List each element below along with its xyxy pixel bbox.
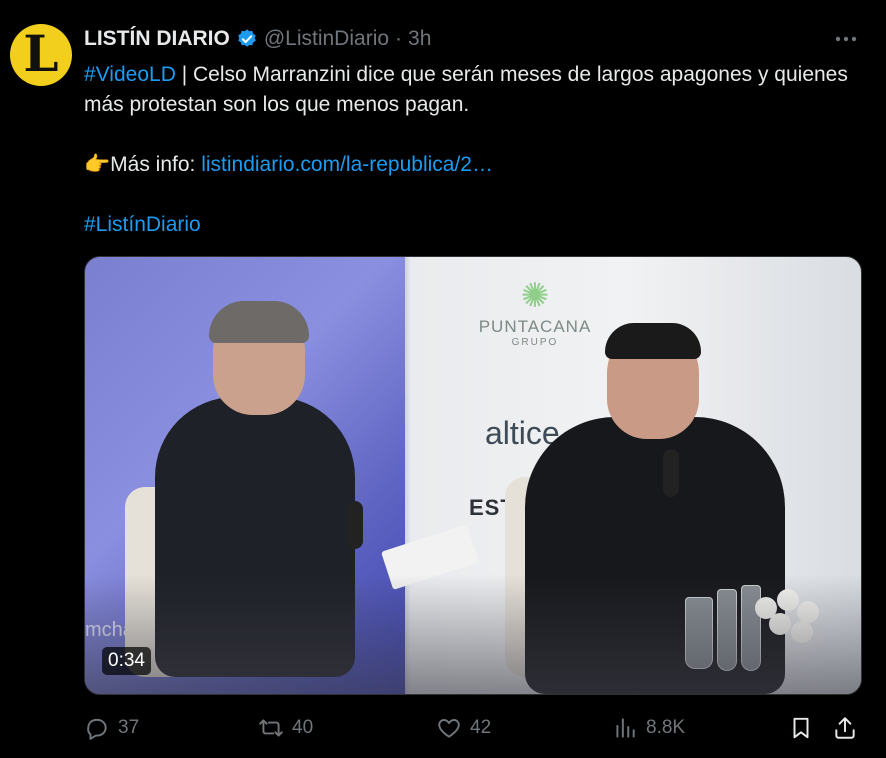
more-info-label: Más info: — [110, 153, 202, 176]
tweet-paragraph: #VideoLD | Celso Marranzini dice que ser… — [84, 60, 864, 120]
separator-dot: · — [395, 27, 403, 50]
heart-icon — [438, 719, 460, 738]
video-player[interactable]: mcha ✺ PUNTACANA GRUPO altice ESTR 0 — [84, 256, 862, 695]
views-icon — [616, 718, 635, 738]
tweet: L LISTÍN DIARIO @ListinDiario · 3h #Vide… — [0, 0, 886, 758]
stage-floor — [85, 574, 861, 694]
share-button[interactable] — [832, 715, 858, 741]
video-duration-badge: 0:34 — [102, 647, 151, 675]
repost-button[interactable]: 40 — [258, 715, 313, 741]
repost-count: 40 — [292, 717, 314, 738]
tweet-text: #VideoLD | Celso Marranzini dice que ser… — [84, 60, 864, 240]
more-options-button[interactable] — [832, 26, 860, 52]
reply-count: 37 — [118, 717, 140, 738]
repost-icon — [259, 719, 283, 737]
palm-icon: ✺ — [520, 277, 550, 315]
views-count: 8.8K — [646, 717, 686, 738]
microphone-right — [663, 449, 679, 497]
bookmark-button[interactable] — [788, 715, 814, 741]
tweet-header: LISTÍN DIARIO @ListinDiario · 3h — [84, 24, 431, 54]
sponsor-logo: ✺ PUNTACANA GRUPO — [475, 279, 595, 348]
microphone-left — [347, 501, 363, 549]
views-button[interactable]: 8.8K — [612, 715, 685, 741]
sponsor-sub: GRUPO — [511, 337, 559, 348]
bookmark-icon — [793, 717, 809, 739]
timestamp[interactable]: 3h — [408, 27, 431, 51]
hashtag-videold[interactable]: #VideoLD — [84, 63, 176, 86]
author-handle[interactable]: @ListinDiario — [264, 27, 389, 51]
speaker-left-hair — [209, 301, 309, 343]
more-icon — [835, 36, 857, 42]
article-link[interactable]: listindiario.com/la-republica/2… — [201, 153, 493, 176]
like-count: 42 — [470, 717, 492, 738]
pointing-hand-emoji: 👉 — [84, 153, 111, 176]
avatar-letter: L — [23, 24, 59, 83]
more-info-line: 👉Más info: listindiario.com/la-republica… — [84, 150, 864, 180]
tweet-body: | Celso Marranzini dice que serán meses … — [84, 63, 848, 116]
speaker-right-hair — [605, 323, 701, 359]
reply-button[interactable]: 37 — [84, 715, 139, 741]
reply-icon — [87, 718, 107, 740]
like-button[interactable]: 42 — [436, 715, 491, 741]
sponsor-brand: PUNTACANA — [478, 317, 592, 336]
verified-badge-icon — [238, 29, 256, 47]
share-icon — [835, 717, 855, 739]
action-bar: 37 40 42 8.8K — [84, 708, 860, 748]
avatar[interactable]: L — [10, 24, 72, 86]
author-name[interactable]: LISTÍN DIARIO — [84, 27, 230, 51]
closing-line: #ListínDiario — [84, 210, 864, 240]
hashtag-listindiario[interactable]: #ListínDiario — [84, 213, 201, 236]
